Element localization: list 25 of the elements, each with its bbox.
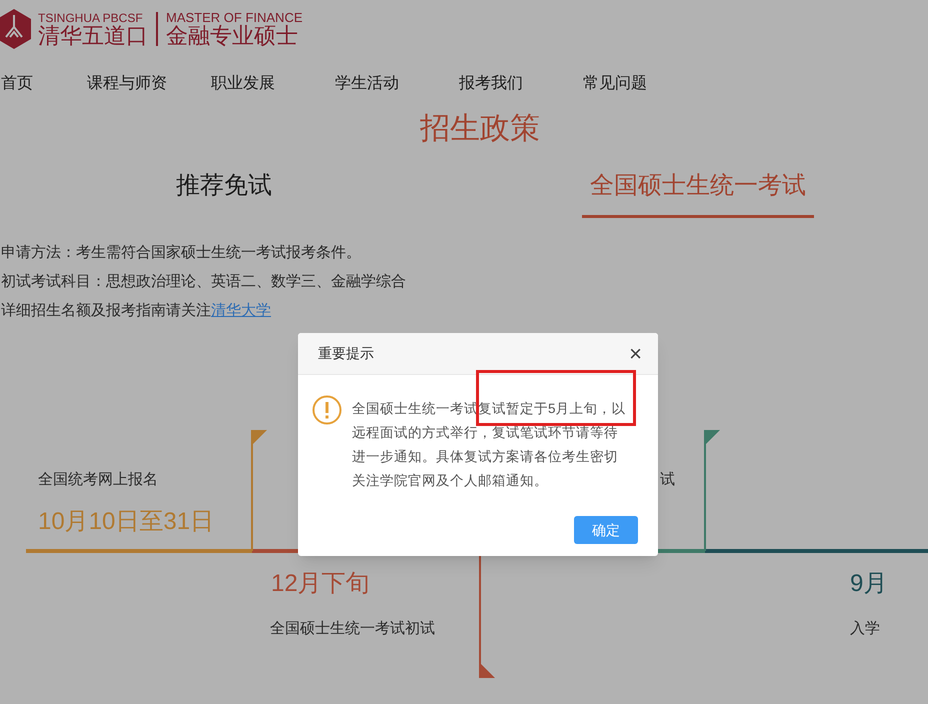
nav-link[interactable]: 首页 [1, 72, 87, 96]
info-text: 申请方法：考生需符合国家硕士生统一考试报考条件。 [1, 243, 362, 263]
info-text: 初试考试科目：思想政治理论、英语二、数学三、金融学综合 [1, 272, 407, 292]
nav-link[interactable]: 学生活动 [335, 72, 459, 96]
nav-link[interactable]: 报考我们 [459, 72, 583, 96]
timeline-date: 12月下旬 [271, 572, 370, 596]
timeline-label: 入学 [850, 619, 880, 639]
timeline-date: 10月10日至31日 [38, 510, 214, 534]
logo-chinese: 清华五道口 [38, 24, 148, 46]
timeline-label: 试 [660, 470, 675, 490]
timeline-label: 全国硕士生统一考试初试 [270, 619, 435, 639]
logo-english: MASTER OF FINANCE [166, 11, 303, 24]
dialog-title: 重要提示 [318, 344, 374, 363]
logo-chinese: 金融专业硕士 [166, 25, 299, 47]
section-title: 招生政策 [419, 114, 541, 144]
tab[interactable]: 推荐免试 [176, 174, 272, 218]
close-button[interactable]: × [629, 342, 642, 364]
timeline-label: 全国统考网上报名 [38, 470, 158, 490]
nav-link[interactable]: 课程与师资 [87, 72, 211, 96]
nav-link[interactable]: 职业发展 [211, 72, 335, 96]
info-text: 详细招生名额及报考指南请关注清华大学 [1, 301, 272, 321]
logo-english: TSINGHUA PBCSF [38, 12, 144, 24]
timeline-date: 9月 [850, 572, 888, 596]
nav-link[interactable]: 常见问题 [583, 72, 707, 96]
warning-icon [312, 395, 342, 425]
